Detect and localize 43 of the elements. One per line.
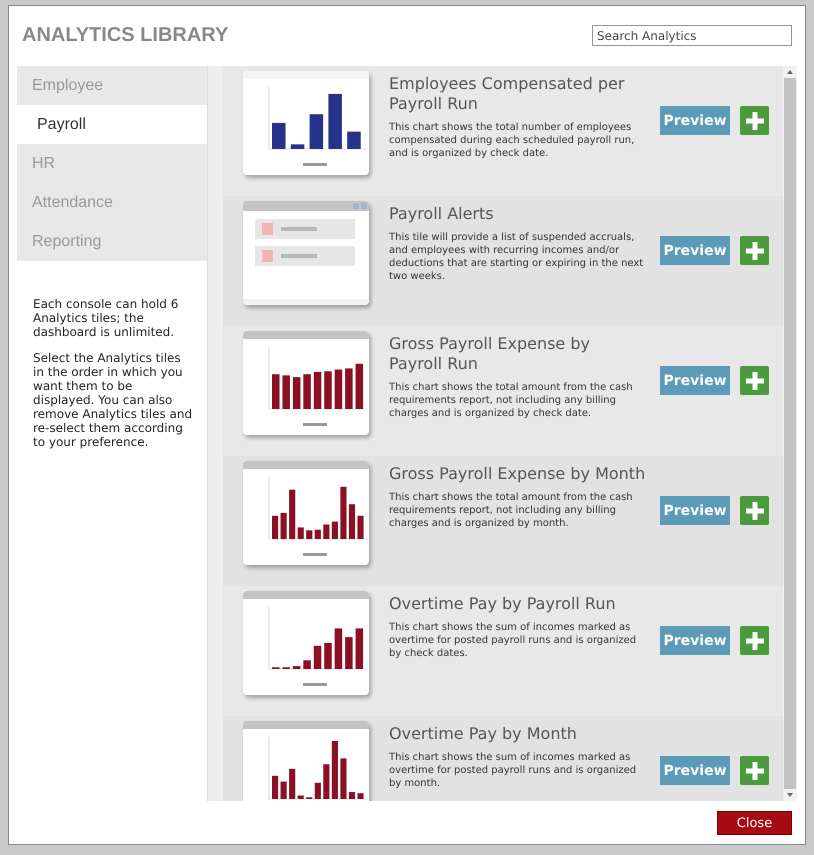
add-button[interactable] [740,626,769,655]
preview-button[interactable]: Preview [660,626,730,655]
category-tab[interactable]: Payroll [17,105,207,144]
preview-button[interactable]: Preview [660,106,730,135]
plus-icon [746,242,764,260]
tile-description: This chart shows the sum of incomes marked as overtime for posted payroll runs and is organized by month. [389,751,638,790]
close-button[interactable]: Close [717,811,792,835]
help-text: Select the Analytics tiles in the order in which you want them to be displayed. You can also remove Analytics tiles and re-select them according to your preference. [33,351,194,449]
plus-icon [746,632,764,650]
preview-button[interactable]: Preview [660,496,730,525]
add-button[interactable] [740,756,769,785]
category-tab[interactable]: Attendance [17,183,207,222]
plus-icon [746,112,764,130]
tile-title: Employees Compensated per Payroll Run [389,74,626,114]
tile-description: This chart shows the sum of incomes marked as overtime for posted payroll runs and is organized by check dates. [389,621,638,660]
tile-description: This chart shows the total amount from the cash requirements report, not including any billing charges and is organized by check date. [389,381,634,420]
scroll-down-icon[interactable] [786,791,794,799]
preview-button[interactable]: Preview [660,366,730,395]
add-button[interactable] [740,106,769,135]
category-tab[interactable]: Employee [17,66,207,105]
tile-description: This chart shows the total amount from the cash requirements report, not including any billing charges and is organized by month. [389,491,634,530]
category-tab[interactable]: HR [17,144,207,183]
dialog-title: ANALYTICS LIBRARY [22,24,228,47]
tile-title: Gross Payroll Expense by Payroll Run [389,334,591,374]
tile-description: This tile will provide a list of suspended accruals, and employees with recurring incomes and/or deductions that are starting or expiring in the next two weeks. [389,231,644,283]
tile-title: Overtime Pay by Month [389,724,578,744]
search-field[interactable]: Search Analytics [592,25,792,46]
tile-description: This chart shows the total number of employees compensated during each scheduled payroll run, and is organized by check date. [389,121,636,160]
preview-button[interactable]: Preview [660,756,730,785]
scrollbar-thumb[interactable] [784,78,796,789]
tile-title: Gross Payroll Expense by Month [389,464,646,484]
preview-button[interactable]: Preview [660,236,730,265]
help-text: Each console can hold 6 Analytics tiles; the dashboard is unlimited. [33,297,180,339]
tile-title: Payroll Alerts [389,204,495,224]
plus-icon [746,372,764,390]
add-button[interactable] [740,496,769,525]
add-button[interactable] [740,236,769,265]
tile-title: Overtime Pay by Payroll Run [389,594,617,614]
add-button[interactable] [740,366,769,395]
category-tab[interactable]: Reporting [17,222,207,261]
plus-icon [746,502,764,520]
plus-icon [746,762,764,780]
scroll-up-icon[interactable] [786,68,794,76]
